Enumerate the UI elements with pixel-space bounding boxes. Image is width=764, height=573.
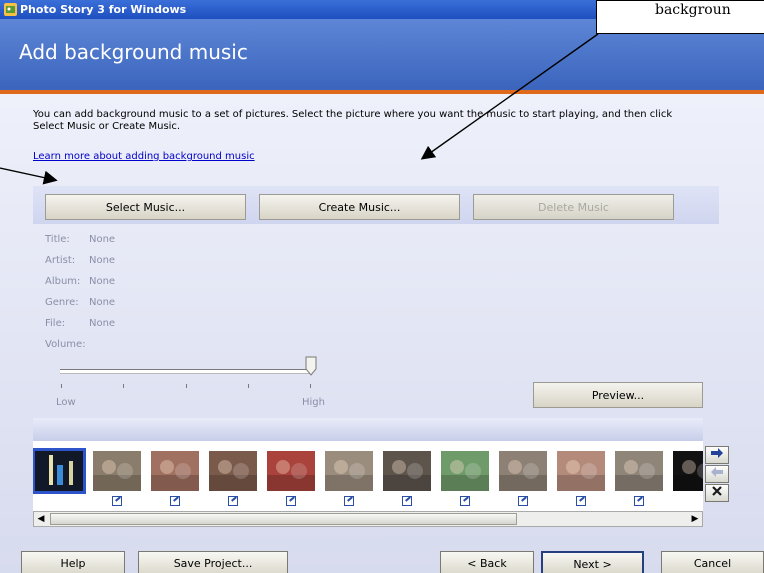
annotation-arrows: [0, 33, 599, 185]
annotation-arrow-left: [0, 167, 58, 185]
photo-story-window: Photo Story 3 for Windows Add background…: [0, 0, 764, 573]
annotation-arrow-right: [420, 33, 599, 160]
